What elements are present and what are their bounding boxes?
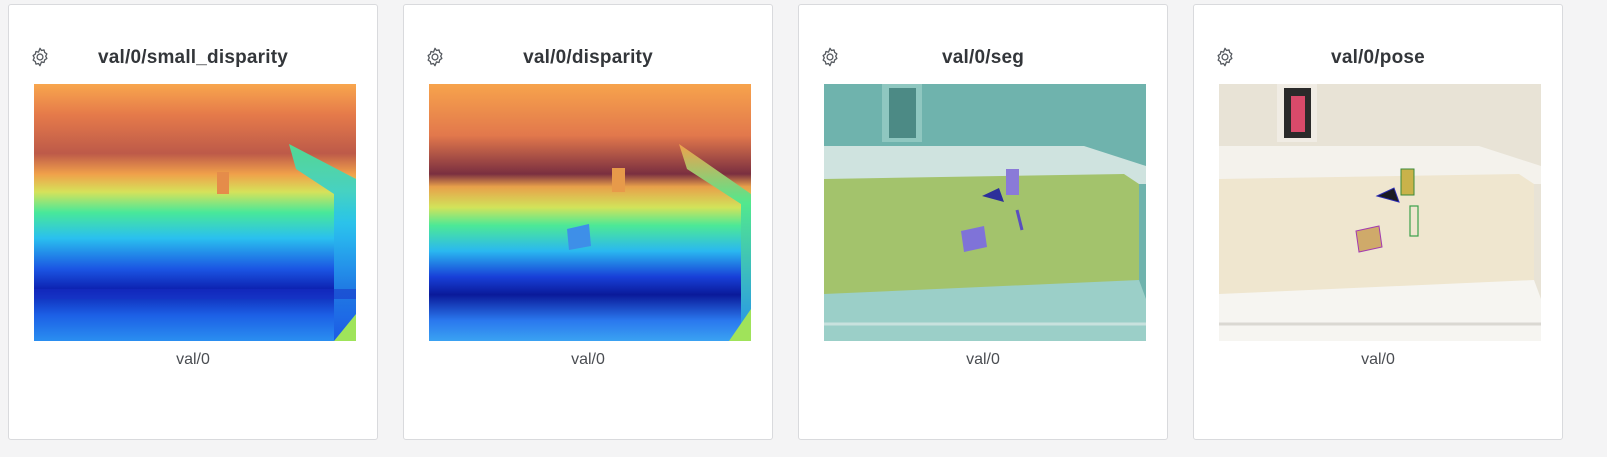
panel-caption: val/0	[571, 351, 605, 368]
panel-title: val/0/seg	[941, 47, 1025, 68]
media-panel-disparity: val/0/disparity val/0	[403, 4, 773, 440]
pose-image[interactable]	[1219, 84, 1541, 341]
segmentation-image[interactable]	[824, 84, 1146, 341]
panel-caption: val/0	[176, 351, 210, 368]
panel-title: val/0/disparity	[523, 47, 653, 68]
panel-title: val/0/small_disparity	[97, 47, 289, 68]
panel-caption: val/0	[1361, 351, 1395, 368]
panel-caption: val/0	[966, 351, 1000, 368]
panel-title: val/0/pose	[1331, 47, 1425, 68]
disparity-image[interactable]	[34, 84, 356, 341]
disparity-image[interactable]	[429, 84, 751, 341]
media-panel-pose: val/0/pose val/0	[1193, 4, 1563, 440]
media-panel-small-disparity: val/0/small_disparity val/0	[8, 4, 378, 440]
media-panel-seg: val/0/seg val/0	[798, 4, 1168, 440]
